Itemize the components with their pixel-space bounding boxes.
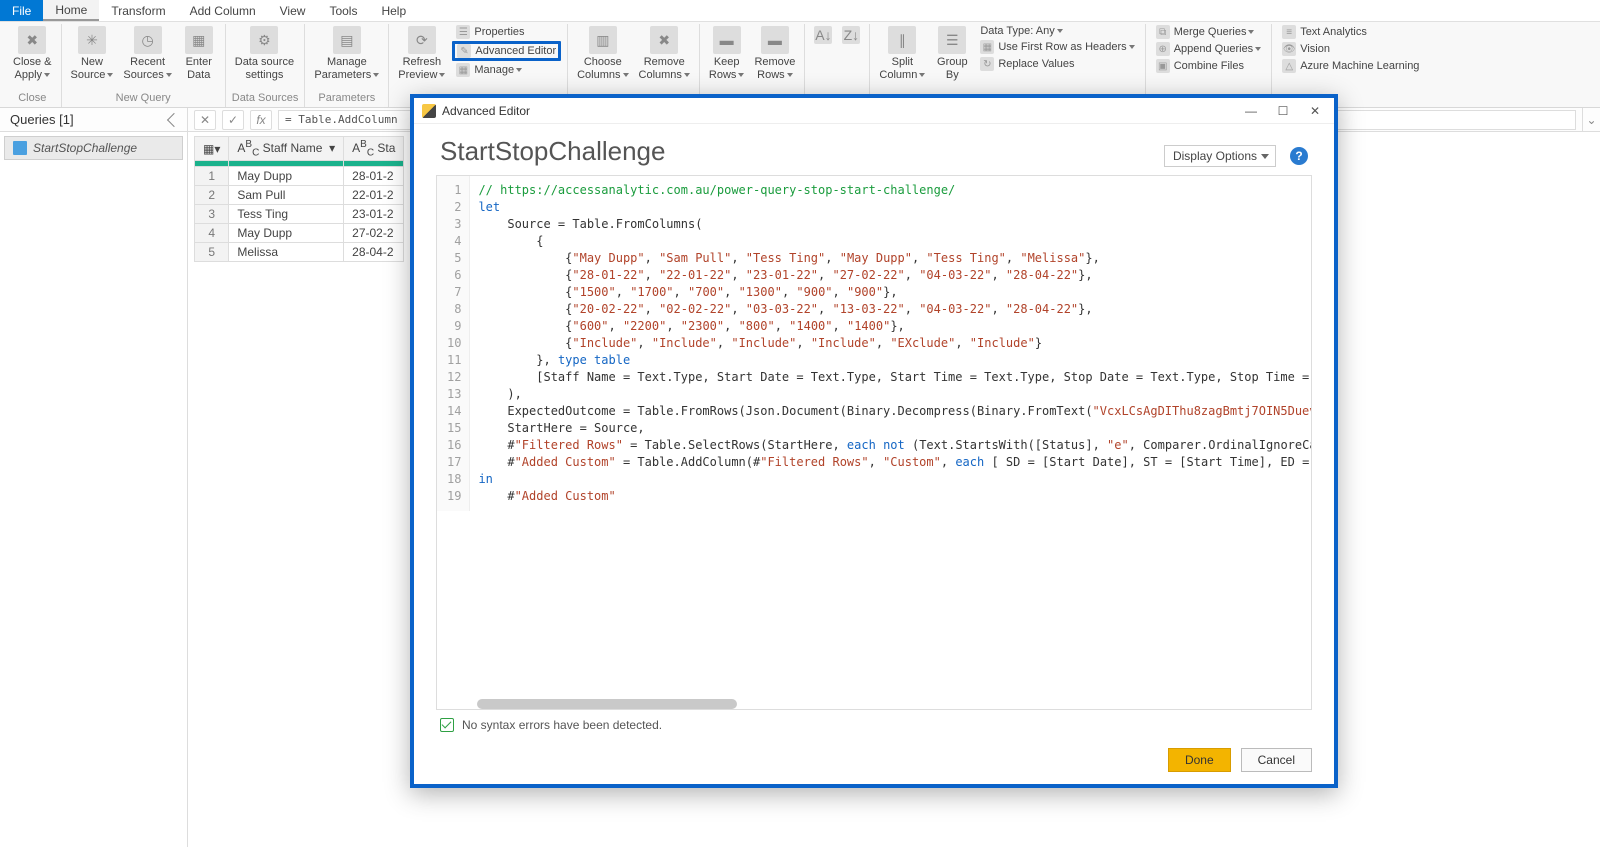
menu-file[interactable]: File: [0, 0, 43, 21]
manage-parameters-button[interactable]: ▤ Manage Parameters: [311, 24, 382, 83]
line-gutter: 12345678910111213141516171819: [437, 176, 470, 511]
group-by-icon: ☰: [938, 26, 966, 54]
keep-rows-button[interactable]: ▬ Keep Rows: [706, 24, 748, 83]
power-query-icon: [422, 104, 436, 118]
code-editor[interactable]: 12345678910111213141516171819 // https:/…: [437, 176, 1311, 709]
text-analytics-icon: ≡: [1282, 25, 1296, 39]
done-button[interactable]: Done: [1168, 748, 1231, 772]
keep-rows-icon: ▬: [713, 26, 741, 54]
recent-sources-icon: ◷: [134, 26, 162, 54]
formula-cancel-button[interactable]: ✕: [194, 110, 216, 130]
manage-parameters-icon: ▤: [333, 26, 361, 54]
data-type-button[interactable]: Data Type: Any: [976, 24, 1138, 38]
text-analytics-button[interactable]: ≡Text Analytics: [1278, 24, 1423, 40]
merge-icon: ⧉: [1156, 25, 1170, 39]
query-title: StartStopChallenge: [440, 136, 665, 167]
horizontal-scrollbar[interactable]: [477, 699, 737, 709]
close-apply-icon: ✖: [18, 26, 46, 54]
sort-asc-button[interactable]: A↓: [811, 24, 835, 48]
properties-button[interactable]: ☰ Properties: [452, 24, 561, 40]
remove-rows-button[interactable]: ▬ Remove Rows: [751, 24, 798, 83]
rownum-header[interactable]: ▦▾: [195, 137, 229, 161]
menu-help[interactable]: Help: [369, 0, 418, 21]
check-icon: [440, 718, 454, 732]
manage-icon: ▦: [456, 63, 470, 77]
menu-add-column[interactable]: Add Column: [178, 0, 268, 21]
collapse-queries-icon[interactable]: [167, 112, 181, 126]
sort-desc-button[interactable]: Z↓: [839, 24, 863, 48]
formula-fx-button[interactable]: fx: [250, 110, 272, 130]
headers-icon: ▦: [980, 40, 994, 54]
close-apply-button[interactable]: ✖ Close & Apply: [10, 24, 55, 83]
group-by-button[interactable]: ☰ Group By: [932, 24, 972, 83]
vision-button[interactable]: 👁Vision: [1278, 41, 1423, 57]
col-staff-name[interactable]: ABC Staff Name ▾: [229, 137, 344, 161]
replace-icon: ↻: [980, 57, 994, 71]
table-row[interactable]: 2Sam Pull22-01-2: [195, 186, 404, 205]
display-options-dropdown[interactable]: Display Options: [1164, 145, 1276, 167]
remove-columns-button[interactable]: ✖ Remove Columns: [636, 24, 693, 83]
formula-expand-button[interactable]: ⌄: [1582, 108, 1600, 131]
formula-commit-button[interactable]: ✓: [222, 110, 244, 130]
menu-view[interactable]: View: [268, 0, 318, 21]
help-button[interactable]: ?: [1290, 147, 1308, 165]
refresh-preview-button[interactable]: ⟳ Refresh Preview: [395, 24, 448, 83]
ribbon-group-newquery: New Query: [68, 92, 219, 105]
choose-columns-icon: ▥: [589, 26, 617, 54]
manage-button[interactable]: ▦ Manage: [452, 62, 561, 78]
advanced-editor-icon: ✎: [457, 44, 471, 58]
advanced-editor-button[interactable]: ✎ Advanced Editor: [452, 41, 561, 61]
azure-ml-button[interactable]: △Azure Machine Learning: [1278, 58, 1423, 74]
data-source-settings-button[interactable]: ⚙ Data source settings: [232, 24, 297, 83]
advanced-editor-dialog: Advanced Editor — ☐ ✕ StartStopChallenge…: [410, 94, 1338, 788]
maximize-button[interactable]: ☐: [1272, 102, 1294, 120]
split-column-icon: ∥: [888, 26, 916, 54]
sort-asc-icon: A↓: [814, 26, 832, 44]
query-item-startstopchallenge[interactable]: StartStopChallenge: [4, 136, 183, 160]
ribbon-group-datasources: Data Sources: [232, 92, 299, 105]
refresh-icon: ⟳: [408, 26, 436, 54]
new-source-icon: ✳: [78, 26, 106, 54]
append-queries-button[interactable]: ⊕Append Queries: [1152, 41, 1266, 57]
menu-tools[interactable]: Tools: [317, 0, 369, 21]
minimize-button[interactable]: —: [1240, 102, 1262, 120]
menu-transform[interactable]: Transform: [99, 0, 177, 21]
remove-columns-icon: ✖: [650, 26, 678, 54]
ribbon-group-parameters: Parameters: [311, 92, 382, 105]
ribbon-group-close: Close: [10, 92, 55, 105]
syntax-status: No syntax errors have been detected.: [414, 710, 1334, 740]
vision-icon: 👁: [1282, 42, 1296, 56]
menu-home[interactable]: Home: [43, 0, 99, 21]
table-icon: [13, 141, 27, 155]
table-row[interactable]: 5Melissa28-04-2: [195, 243, 404, 262]
menu-bar: File Home Transform Add Column View Tool…: [0, 0, 1600, 22]
properties-icon: ☰: [456, 25, 470, 39]
combine-files-icon: ▣: [1156, 59, 1170, 73]
remove-rows-icon: ▬: [761, 26, 789, 54]
merge-queries-button[interactable]: ⧉Merge Queries: [1152, 24, 1266, 40]
dialog-title: Advanced Editor: [442, 104, 530, 118]
choose-columns-button[interactable]: ▥ Choose Columns: [574, 24, 631, 83]
close-dialog-button[interactable]: ✕: [1304, 102, 1326, 120]
table-row[interactable]: 3Tess Ting23-01-2: [195, 205, 404, 224]
split-column-button[interactable]: ∥ Split Column: [876, 24, 928, 83]
enter-data-icon: ▦: [185, 26, 213, 54]
table-row[interactable]: 1May Dupp28-01-2: [195, 167, 404, 186]
queries-pane-header[interactable]: Queries [1]: [0, 108, 188, 131]
enter-data-button[interactable]: ▦ Enter Data: [179, 24, 219, 83]
data-source-settings-icon: ⚙: [250, 26, 278, 54]
col-start-date[interactable]: ABC Sta: [344, 137, 404, 161]
queries-pane: StartStopChallenge: [0, 132, 188, 847]
new-source-button[interactable]: ✳ New Source: [68, 24, 117, 83]
combine-files-button[interactable]: ▣Combine Files: [1152, 58, 1266, 74]
sort-desc-icon: Z↓: [842, 26, 860, 44]
use-first-row-headers-button[interactable]: ▦Use First Row as Headers: [976, 39, 1138, 55]
cancel-button[interactable]: Cancel: [1241, 748, 1312, 772]
recent-sources-button[interactable]: ◷ Recent Sources: [120, 24, 174, 83]
table-row[interactable]: 4May Dupp27-02-2: [195, 224, 404, 243]
replace-values-button[interactable]: ↻Replace Values: [976, 56, 1138, 72]
append-icon: ⊕: [1156, 42, 1170, 56]
azure-ml-icon: △: [1282, 59, 1296, 73]
